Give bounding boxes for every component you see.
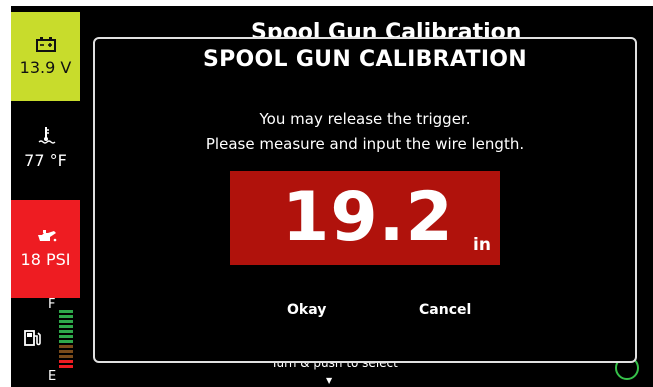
fuel-icon — [23, 328, 43, 348]
battery-gauge: 13.9 V — [11, 12, 80, 101]
fuel-level-bars — [59, 310, 73, 370]
dialog-title: SPOOL GUN CALIBRATION — [202, 47, 528, 72]
dialog-instruction-1: You may release the trigger. — [259, 110, 471, 128]
coolant-temp-icon — [36, 125, 56, 145]
welder-display: Spool Gun Calibration Turn & push to sel… — [11, 6, 653, 387]
fuel-level-segment — [59, 350, 73, 353]
okay-button[interactable]: Okay — [281, 300, 332, 320]
fuel-level-segment — [59, 315, 73, 318]
fuel-level-segment — [59, 330, 73, 333]
fuel-level-segment — [59, 340, 73, 343]
fuel-level-segment — [59, 355, 73, 358]
fuel-level-segment — [59, 360, 73, 363]
wire-length-field[interactable]: 19.2 in — [230, 171, 500, 265]
coolant-temp-value: 77 °F — [24, 150, 67, 170]
wire-length-unit: in — [473, 235, 491, 255]
battery-voltage: 13.9 V — [19, 57, 72, 77]
wire-length-value: 19.2 — [282, 178, 454, 257]
fuel-level-segment — [59, 320, 73, 323]
fuel-gauge: F E — [11, 298, 80, 387]
oil-pressure-gauge: 18 PSI — [11, 200, 80, 298]
oil-pressure-value: 18 PSI — [20, 250, 71, 269]
cancel-button[interactable]: Cancel — [413, 300, 477, 320]
fuel-level-segment — [59, 325, 73, 328]
battery-icon — [35, 36, 56, 52]
coolant-temp-gauge: 77 °F — [11, 101, 80, 194]
fuel-level-segment — [59, 335, 73, 338]
dialog-instruction-2: Please measure and input the wire length… — [205, 135, 525, 153]
fuel-empty-label: E — [48, 369, 57, 384]
fuel-level-segment — [59, 365, 73, 368]
down-arrow-icon: ▼ — [326, 376, 333, 385]
fuel-level-segment — [59, 310, 73, 313]
screen: Spool Gun Calibration Turn & push to sel… — [0, 0, 653, 387]
fuel-full-label: F — [48, 297, 56, 312]
oil-pressure-icon — [35, 228, 57, 244]
fuel-level-segment — [59, 345, 73, 348]
calibration-dialog: SPOOL GUN CALIBRATION You may release th… — [93, 37, 637, 363]
